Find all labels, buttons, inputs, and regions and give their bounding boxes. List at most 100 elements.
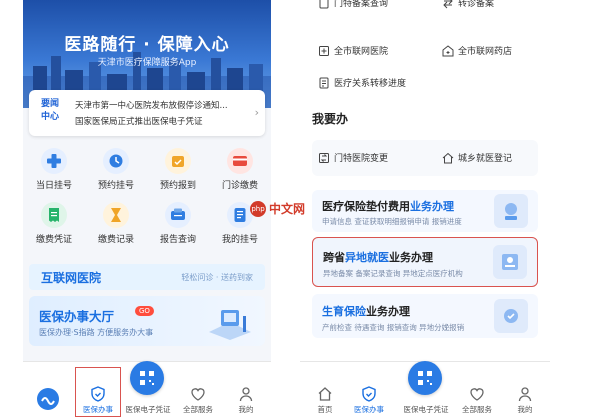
- card-description: 异地备案 备案记录查询 异地定点医疗机构: [323, 269, 463, 278]
- tab-label: 医保电子凭证: [403, 405, 449, 414]
- checkin-icon: [165, 148, 191, 174]
- service-hall-banner[interactable]: 医保办事大厅 GO 医保办理·S指路 方便服务办大事: [29, 296, 265, 346]
- card-title-suffix: 业务办理: [410, 200, 454, 213]
- banner-title: 医路随行 · 保障入心: [64, 35, 230, 55]
- id-card-icon: [502, 254, 518, 270]
- grid-label: 预约挂号: [97, 181, 134, 191]
- grid-label: 当日挂号: [35, 181, 72, 191]
- news-ticker[interactable]: 要闻 中心 天津市第一中心医院发布放假停诊通知... 国家医保局正式推出医保电子…: [29, 90, 265, 136]
- chevron-right-icon: ›: [254, 106, 259, 119]
- person-icon: [239, 387, 253, 402]
- tab-all-services[interactable]: 全部服务: [452, 386, 502, 415]
- grid-label: 门诊缴费: [221, 181, 258, 191]
- transfer-icon: [443, 0, 453, 8]
- card-title-highlight: 医疗保险垫付费用: [322, 200, 410, 213]
- news-logo-line2: 中心: [40, 112, 59, 122]
- news-item[interactable]: 国家医保局正式推出医保电子凭证: [75, 115, 255, 127]
- tab-home[interactable]: 首页: [300, 386, 350, 415]
- report-icon: [165, 202, 191, 228]
- internet-hospital-subtitle: 轻松问诊 · 送药到家: [181, 273, 253, 282]
- service-item-label: 全市联网医院: [334, 47, 389, 57]
- service-item-label: 门特医院变更: [334, 154, 389, 164]
- e-voucher-fab[interactable]: [408, 361, 442, 395]
- card-title-suffix: 业务办理: [366, 305, 410, 318]
- internet-hospital-banner[interactable]: 互联网医院 轻松问诊 · 送药到家: [29, 264, 265, 290]
- news-logo-line1: 要闻: [40, 99, 59, 109]
- watermark-logo: php: [250, 200, 266, 217]
- hospital-cross-icon: [41, 148, 67, 174]
- app-logo-icon: [37, 388, 59, 410]
- section-title-i-want-to-handle: 我要办: [312, 112, 349, 126]
- service-hall-illustration: [209, 310, 251, 340]
- maternity-icon: [504, 309, 518, 323]
- grid-item-payment-records[interactable]: 缴费记录: [85, 202, 147, 245]
- card-illustration: [494, 194, 528, 228]
- service-item-network-hospitals[interactable]: 全市联网医院: [318, 44, 388, 57]
- qr-code-icon: [140, 371, 154, 385]
- bottom-tab-bar: 医保办事 医保电子凭证 全部服务 我的: [23, 361, 271, 419]
- grid-label: 我的挂号: [221, 235, 258, 245]
- card-title: 医疗保险垫付费用业务办理: [322, 198, 454, 214]
- heart-icon: [191, 388, 205, 401]
- card-advance-payment[interactable]: 医疗保险垫付费用业务办理 申请信息 查证获取明细报销申请 报销进度: [312, 190, 538, 232]
- grid-item-same-day-registration[interactable]: 当日挂号: [23, 148, 85, 191]
- app-logo[interactable]: [25, 387, 71, 411]
- heart-icon: [470, 388, 484, 401]
- grid-label: 预约报到: [159, 181, 196, 191]
- card-description: 产前检查 待遇查询 报销查询 异地分娩报销: [322, 323, 465, 332]
- do-items-row: 门特医院变更 城乡就医登记: [312, 140, 538, 176]
- tab-mine[interactable]: 我的: [500, 386, 550, 415]
- service-item-label: 全市联网药店: [458, 47, 513, 57]
- watermark: php 中文网: [250, 200, 305, 217]
- card-description: 申请信息 查证获取明细报销申请 报销进度: [322, 217, 462, 226]
- tab-label: 首页: [317, 405, 333, 414]
- grid-label: 缴费凭证: [35, 235, 72, 245]
- tab-mine[interactable]: 我的: [221, 386, 271, 415]
- grid-label: 报告查询: [159, 235, 196, 245]
- left-phone-screen: 医路随行 · 保障入心 天津市医疗保障服务App 要闻 中心 天津市第一中心医院…: [23, 0, 271, 419]
- service-hall-title: 医保办事大厅: [39, 309, 115, 324]
- service-item-special-filing-query[interactable]: 门特备案查询: [318, 0, 388, 9]
- card-maternity-insurance[interactable]: 生育保险业务办理 产前检查 待遇查询 报销查询 异地分娩报销: [312, 294, 538, 338]
- e-voucher-fab[interactable]: [130, 361, 164, 395]
- card-cross-province-medical[interactable]: 跨省异地就医业务办理 异地备案 备案记录查询 异地定点医疗机构: [312, 237, 538, 287]
- person-icon: [518, 387, 532, 402]
- banner-subtitle: 天津市医疗保障服务App: [97, 58, 197, 68]
- tab-label: 全部服务: [183, 405, 213, 414]
- service-item-label: 城乡就医登记: [458, 154, 513, 164]
- tab-e-voucher[interactable]: 医保电子凭证: [400, 402, 452, 415]
- change-icon: [319, 152, 329, 163]
- grid-label: 缴费记录: [97, 235, 134, 245]
- news-item[interactable]: 天津市第一中心医院发布放假停诊通知...: [75, 99, 255, 111]
- service-item-transfer-progress[interactable]: 医疗关系转移进度: [318, 76, 406, 89]
- news-logo: 要闻 中心: [35, 98, 65, 128]
- card-title-highlight: 异地就医: [345, 251, 389, 264]
- grid-item-appointment-registration[interactable]: 预约挂号: [85, 148, 147, 191]
- service-item-referral-filing[interactable]: 转诊备案: [442, 0, 494, 9]
- tab-label: 我的: [238, 405, 254, 414]
- grid-item-outpatient-payment[interactable]: 门诊缴费: [209, 148, 271, 191]
- grid-item-payment-voucher[interactable]: 缴费凭证: [23, 202, 85, 245]
- record-icon: [103, 202, 129, 228]
- receipt-icon: [41, 202, 67, 228]
- watermark-text: 中文网: [269, 202, 306, 216]
- service-item-network-pharmacies[interactable]: 全市联网药店: [442, 44, 512, 57]
- clock-icon: [103, 148, 129, 174]
- tab-all-services[interactable]: 全部服务: [173, 386, 223, 415]
- progress-icon: [319, 77, 329, 88]
- service-item-label: 门特备案查询: [334, 0, 389, 9]
- tab-medical-insurance[interactable]: 医保办事: [344, 386, 394, 415]
- tab-e-voucher[interactable]: 医保电子凭证: [123, 402, 173, 415]
- card-illustration: [493, 245, 527, 279]
- grid-item-report-query[interactable]: 报告查询: [147, 202, 209, 245]
- card-title-prefix: 跨省: [323, 251, 345, 264]
- service-hall-subtitle: 医保办理·S指路 方便服务办大事: [39, 328, 154, 337]
- medical-illustration-icon: [505, 203, 517, 220]
- card-title: 生育保险业务办理: [322, 303, 410, 319]
- service-item-urban-rural-registration[interactable]: 城乡就医登记: [442, 151, 512, 164]
- tab-label: 我的: [517, 405, 533, 414]
- home-icon: [442, 152, 454, 163]
- bottom-tab-bar: 首页 医保办事 医保电子凭证 全部服务 我的: [300, 361, 550, 419]
- service-item-special-hospital-change[interactable]: 门特医院变更: [318, 151, 388, 164]
- grid-item-appointment-checkin[interactable]: 预约报到: [147, 148, 209, 191]
